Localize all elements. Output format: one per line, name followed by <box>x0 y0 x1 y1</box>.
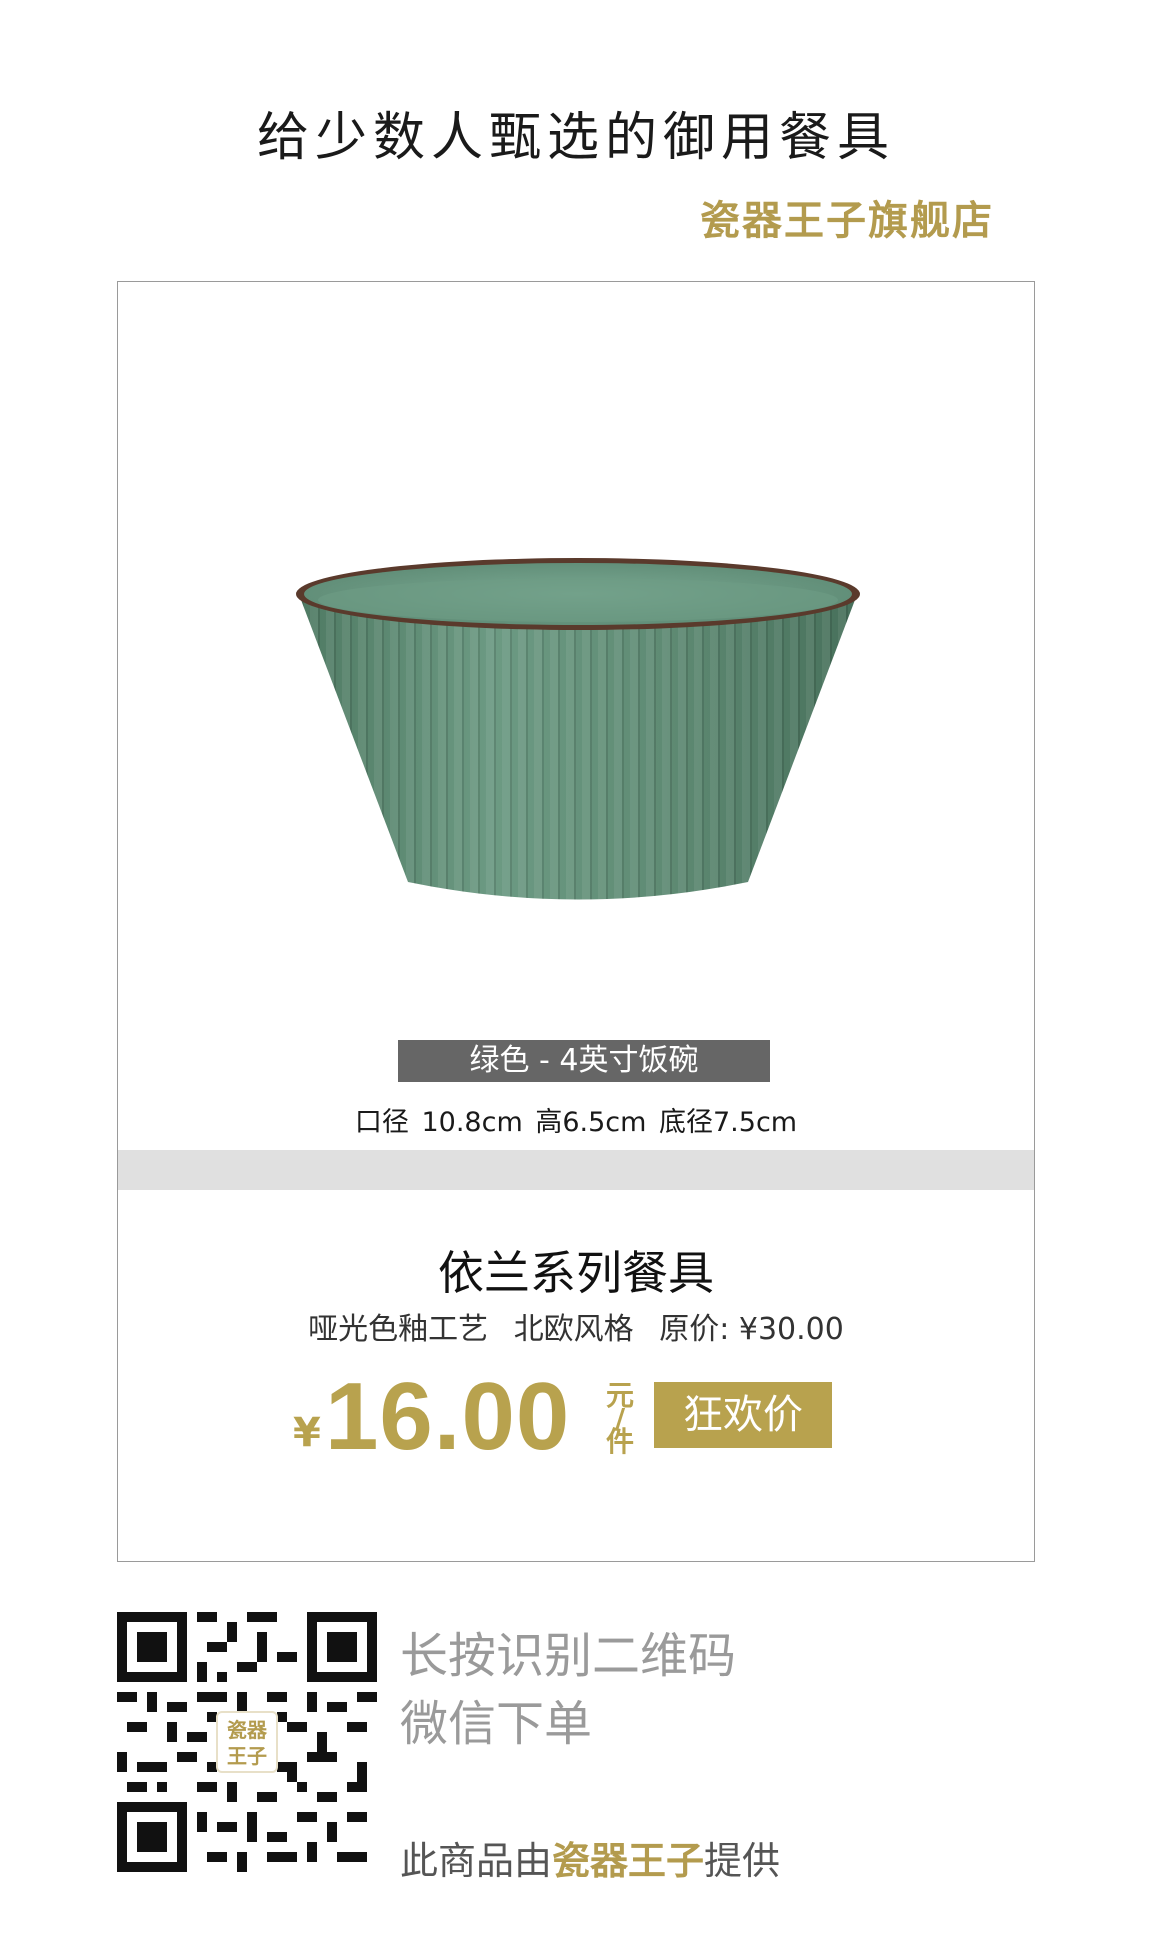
qr-logo-line2: 王子 <box>227 1744 267 1768</box>
store-name: 瓷器王子旗舰店 <box>700 197 994 244</box>
scan-line-1: 长按识别二维码 <box>400 1628 737 1684</box>
provided-prefix: 此商品由 <box>400 1839 553 1883</box>
original-price: 原价: ¥30.00 <box>659 1312 844 1347</box>
headline: 给少数人甄选的御用餐具 <box>256 108 895 168</box>
features-line: 哑光色釉工艺 北欧风格 原价: ¥30.00 <box>118 1304 1034 1348</box>
feature-craft: 哑光色釉工艺 <box>308 1312 489 1347</box>
qr-logo: 瓷器 王子 <box>216 1711 278 1773</box>
price-row: ¥ 16.00 元 / 件 狂欢价 <box>293 1362 893 1472</box>
provided-brand: 瓷器王子 <box>552 1838 705 1883</box>
product-card[interactable]: 绿色 - 4英寸饭碗 口径 10.8cm 高6.5cm 底径7.5cm 依兰系列… <box>117 281 1035 1562</box>
product-image-area: 绿色 - 4英寸饭碗 口径 10.8cm 高6.5cm 底径7.5cm <box>118 282 1034 1152</box>
variant-label: 绿色 - 4英寸饭碗 <box>398 1040 770 1082</box>
dimensions-text: 口径 10.8cm 高6.5cm 底径7.5cm <box>354 1107 798 1138</box>
qr-logo-line1: 瓷器 <box>227 1718 267 1742</box>
provided-by: 此商品由瓷器王子提供 <box>400 1830 780 1885</box>
divider-band <box>118 1150 1034 1190</box>
scan-line-2: 微信下单 <box>400 1696 593 1752</box>
currency-symbol: ¥ <box>293 1410 321 1456</box>
unit-piece: 件 <box>605 1425 634 1458</box>
bowl-image <box>296 558 860 900</box>
series-title: 依兰系列餐具 <box>438 1246 714 1300</box>
sale-price: 16.00 <box>325 1363 571 1470</box>
provided-suffix: 提供 <box>704 1839 781 1883</box>
feature-style: 北欧风格 <box>513 1312 634 1347</box>
price-unit: 元 / 件 <box>603 1380 637 1458</box>
unit-sep: / <box>614 1402 626 1435</box>
promo-badge: 狂欢价 <box>654 1382 832 1448</box>
scan-instructions: 长按识别二维码 微信下单 <box>400 1622 736 1758</box>
